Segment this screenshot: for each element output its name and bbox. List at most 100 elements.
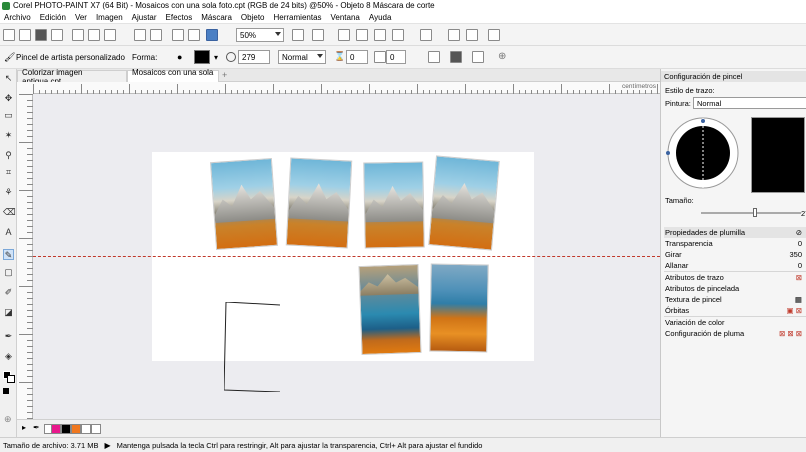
texture-icon[interactable]: ▦ [795,295,802,304]
fill-tool-icon[interactable]: ◪ [3,307,14,318]
pen-settings-section[interactable]: Configuración de pluma ⊠ ⊠ ⊠ [664,328,806,339]
menu-edicion[interactable]: Edición [40,13,66,22]
clip-mask-outline[interactable] [224,302,280,392]
export-icon[interactable] [188,29,200,41]
link-icon[interactable]: ⊘ [796,228,802,237]
zoom-tool-icon[interactable] [206,29,218,41]
mosaic-tile-3[interactable] [363,161,425,249]
object-picker-icon[interactable] [420,29,432,41]
menu-imagen[interactable]: Imagen [96,13,123,22]
color-swatch[interactable] [71,424,81,434]
nib-properties-section[interactable]: Propiedades de plumilla ⊘ [664,227,806,238]
size-slider-thumb[interactable] [753,208,757,217]
add-icon[interactable]: ⊕ [498,51,506,62]
open-file-icon[interactable] [19,29,31,41]
zoom-100-icon[interactable] [312,29,324,41]
mask-overlay-icon[interactable] [374,29,386,41]
new-file-icon[interactable] [3,29,15,41]
reset-icon[interactable]: ⊠ [796,273,802,282]
undo-icon[interactable] [134,29,146,41]
eyedropper-icon[interactable]: ✒ [33,423,40,432]
menu-herramientas[interactable]: Herramientas [274,13,322,22]
mosaic-tile-5[interactable] [358,263,422,356]
pressure-icon[interactable] [428,51,440,63]
eraser-tool-icon[interactable]: ⌫ [3,207,16,218]
color-swatch[interactable] [51,424,61,434]
mosaic-tile-1[interactable] [210,157,278,251]
color-swatch[interactable] [81,424,91,434]
rotate-row[interactable]: Girar 350 [664,249,806,260]
save-icon[interactable] [35,29,47,41]
interactive-fill-icon[interactable]: ◈ [3,351,14,362]
menu-mascara[interactable]: Máscara [201,13,232,22]
mask-rectangle-tool-icon[interactable]: ▭ [3,110,14,121]
brush-texture-section[interactable]: Textura de pincel ▦ [664,294,806,305]
size-input[interactable]: 279 [238,50,270,64]
color-swatch[interactable] [61,424,71,434]
menu-ver[interactable]: Ver [75,13,87,22]
mosaic-tile-6[interactable] [429,263,489,353]
launch-icon[interactable] [466,29,478,41]
stroke-attributes-section[interactable]: Atributos de trazo ⊠ [664,272,806,283]
options-icon[interactable] [448,29,460,41]
palette-menu-icon[interactable]: ▸ [22,423,26,432]
dab-attributes-section[interactable]: Atributos de pincelada [664,283,806,294]
fill-color-swatch[interactable] [3,388,9,394]
marquee-icon[interactable] [392,29,404,41]
copy-icon[interactable] [88,29,100,41]
flatten-row[interactable]: Allanar 0 [664,260,806,271]
chevron-down-icon[interactable]: ▾ [214,53,218,62]
size-value[interactable]: 27 [801,209,806,218]
zoom-fit-icon[interactable] [292,29,304,41]
application-launcher-icon[interactable] [488,29,500,41]
add-tool-icon[interactable]: ⊕ [4,414,12,425]
cut-icon[interactable] [72,29,84,41]
zoom-tool-icon[interactable]: ⚲ [3,150,14,161]
transparency-row[interactable]: Transparencia 0 [664,238,806,249]
orbit-toggle-icon[interactable]: ▣ ⊠ [787,306,802,315]
paint-tool-icon[interactable]: ✎ [3,249,14,260]
antialias-icon[interactable] [374,51,386,63]
redo-icon[interactable] [150,29,162,41]
transparency-input[interactable]: 0 [346,50,368,64]
zoom-level-select[interactable]: 50% [236,28,284,42]
menu-ventana[interactable]: Ventana [331,13,360,22]
brush-settings-icon[interactable] [472,51,484,63]
mosaic-tile-4[interactable] [428,155,500,251]
eyedropper-tool-icon[interactable]: ✒ [3,331,14,342]
menu-ajustar[interactable]: Ajustar [132,13,157,22]
new-tab-icon[interactable]: + [222,70,227,80]
nib-shape-swatch[interactable] [194,50,210,64]
mask-icon[interactable] [356,29,368,41]
effect-tool-icon[interactable]: ✐ [3,287,14,298]
orbit-icon[interactable] [450,51,462,63]
merge-mode-select[interactable]: Normal [278,50,326,64]
tab-colorizar-imagen[interactable]: Colorizar imagen antigua.cpt [17,68,127,86]
menu-archivo[interactable]: Archivo [4,13,31,22]
magic-wand-tool-icon[interactable]: ✶ [3,130,14,141]
tool-name[interactable]: Pincel de artista personalizado [16,53,125,62]
crop-tool-icon[interactable]: ⌗ [3,167,14,178]
vertical-ruler[interactable] [17,94,33,419]
menu-efectos[interactable]: Efectos [166,13,193,22]
guideline[interactable] [33,256,660,257]
rectangle-tool-icon[interactable]: ▢ [3,267,14,278]
pen-settings-icons[interactable]: ⊠ ⊠ ⊠ [779,329,802,338]
feather-input[interactable]: 0 [386,50,406,64]
import-icon[interactable] [172,29,184,41]
transform-tool-icon[interactable]: ✥ [3,93,14,104]
size-slider-track[interactable] [701,212,801,214]
clone-tool-icon[interactable]: ⚘ [3,187,14,198]
mosaic-tile-2[interactable] [285,157,353,249]
status-arrow-icon[interactable]: ▶ [104,441,110,450]
color-variation-section[interactable]: Variación de color [664,317,806,328]
orbits-section[interactable]: Órbitas ▣ ⊠ [664,305,806,316]
text-tool-icon[interactable]: A [3,227,14,238]
horizontal-ruler[interactable]: centímetros [33,82,660,94]
full-screen-icon[interactable] [338,29,350,41]
pick-tool-icon[interactable]: ↖ [3,73,14,84]
color-swatch[interactable] [91,424,101,434]
tab-mosaicos[interactable]: Mosaicos con una sola ... [127,68,219,86]
paste-icon[interactable] [104,29,116,41]
print-icon[interactable] [51,29,63,41]
